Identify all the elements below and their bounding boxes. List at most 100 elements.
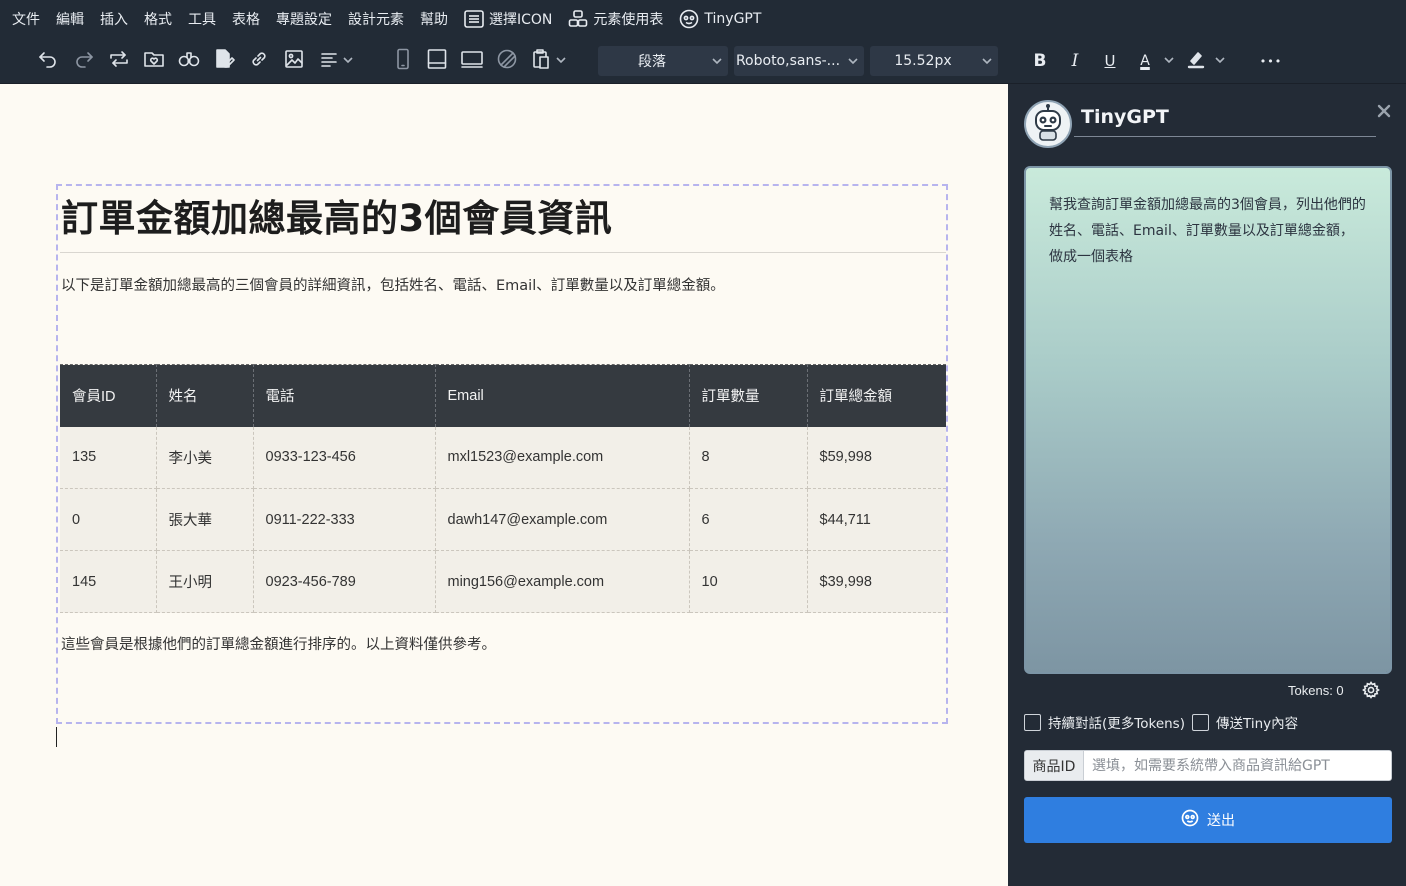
close-icon (1377, 103, 1391, 122)
redo-button[interactable] (69, 46, 99, 76)
image-icon (284, 49, 304, 73)
italic-button[interactable]: I (1060, 46, 1090, 76)
block-format-select[interactable]: 段落 (598, 46, 728, 76)
menu-tools[interactable]: 工具 (188, 0, 216, 38)
highlight-color-button[interactable] (1181, 46, 1211, 76)
robot-avatar-icon (1028, 102, 1068, 146)
menu-tinygpt[interactable]: TinyGPT (679, 0, 761, 38)
cell-member-id[interactable]: 0 (60, 488, 157, 551)
robot-face-icon (1181, 809, 1207, 831)
product-id-label: 商品ID (1025, 751, 1084, 780)
menu-element-usage[interactable]: 元素使用表 (568, 0, 663, 38)
product-id-input[interactable] (1084, 751, 1391, 780)
settings-button[interactable] (1360, 681, 1382, 703)
cell-name[interactable]: 王小明 (156, 550, 254, 613)
menu-format[interactable]: 格式 (144, 0, 172, 38)
tablet-view-button[interactable] (422, 46, 452, 76)
cell-member-id[interactable]: 135 (60, 426, 157, 489)
intro-paragraph[interactable]: 以下是訂單金額加總最高的三個會員的詳細資訊，包括姓名、電話、Email、訂單數量… (61, 274, 725, 295)
menu-bar: 文件 編輯 插入 格式 工具 表格 專題設定 設計元素 幫助 選擇ICON 元素… (0, 0, 1406, 38)
align-button[interactable] (314, 46, 344, 76)
page-edit-button[interactable] (209, 46, 239, 76)
send-button[interactable]: 送出 (1024, 797, 1392, 843)
font-size-value: 15.52px (894, 53, 952, 69)
outro-paragraph[interactable]: 這些會員是根據他們的訂單總金額進行排序的。以上資料僅供參考。 (61, 633, 496, 654)
text-color-button[interactable]: A (1130, 46, 1160, 76)
clear-format-button[interactable] (492, 46, 522, 76)
continue-chat-option[interactable]: 持續對話(更多Tokens) (1024, 712, 1185, 732)
menu-help[interactable]: 幫助 (420, 0, 448, 38)
cell-order-count[interactable]: 8 (689, 426, 808, 489)
prompt-textarea[interactable]: 幫我查詢訂單金額加總最高的3個會員，列出他們的姓名、電話、Email、訂單數量以… (1024, 166, 1392, 674)
paste-dropdown-caret[interactable] (555, 54, 567, 66)
cell-member-id[interactable]: 145 (60, 550, 157, 613)
repeat-button[interactable] (104, 46, 134, 76)
cell-order-count[interactable]: 6 (689, 488, 808, 551)
resize-handle-icon[interactable] (1380, 662, 1388, 672)
header-member-id[interactable]: 會員ID (60, 364, 157, 427)
insert-link-button[interactable] (244, 46, 274, 76)
eraser-icon (496, 48, 518, 74)
chevron-down-icon (842, 55, 864, 67)
continue-chat-label: 持續對話(更多Tokens) (1048, 716, 1185, 732)
chevron-down-icon (555, 51, 567, 70)
preview-button[interactable] (174, 46, 204, 76)
font-size-select[interactable]: 15.52px (870, 46, 998, 76)
text-color-caret[interactable] (1163, 54, 1175, 66)
members-table[interactable]: 會員ID 姓名 電話 Email 訂單數量 訂單總金額 135 李小美 0933… (60, 364, 946, 613)
editor-toolbar: 段落 Roboto,sans-... 15.52px B I U A ••• (0, 38, 1406, 84)
chevron-down-icon (706, 55, 728, 67)
highlight-color-caret[interactable] (1214, 54, 1226, 66)
table-row: 135 李小美 0933-123-456 mxl1523@example.com… (60, 426, 946, 489)
menu-insert[interactable]: 插入 (100, 0, 128, 38)
header-order-count[interactable]: 訂單數量 (689, 364, 808, 427)
cell-order-total[interactable]: $59,998 (807, 426, 946, 489)
robot-face-icon (679, 9, 699, 29)
mobile-view-button[interactable] (388, 46, 418, 76)
header-name[interactable]: 姓名 (156, 364, 254, 427)
cell-order-total[interactable]: $39,998 (807, 550, 946, 613)
header-order-total[interactable]: 訂單總金額 (807, 364, 946, 427)
paste-button[interactable] (526, 46, 556, 76)
selected-content-block[interactable]: 訂單金額加總最高的3個會員資訊 以下是訂單金額加總最高的三個會員的詳細資訊，包括… (56, 184, 948, 724)
menu-edit[interactable]: 編輯 (56, 0, 84, 38)
editor-canvas[interactable]: 訂單金額加總最高的3個會員資訊 以下是訂單金額加總最高的三個會員的詳細資訊，包括… (0, 84, 1008, 886)
menu-file[interactable]: 文件 (12, 0, 40, 38)
menu-design-elements[interactable]: 設計元素 (348, 0, 404, 38)
cell-name[interactable]: 張大華 (156, 488, 254, 551)
more-tools-button[interactable]: ••• (1256, 46, 1286, 76)
continue-chat-checkbox[interactable] (1024, 713, 1041, 731)
align-dropdown-caret[interactable] (342, 54, 354, 66)
document-title[interactable]: 訂單金額加總最高的3個會員資訊 (61, 188, 612, 242)
cell-email[interactable]: ming156@example.com (435, 550, 690, 613)
send-tiny-content-option[interactable]: 傳送Tiny內容 (1192, 712, 1298, 732)
cell-order-count[interactable]: 10 (689, 550, 808, 613)
cell-order-total[interactable]: $44,711 (807, 488, 946, 551)
bold-button[interactable]: B (1025, 46, 1055, 76)
align-left-icon (319, 49, 339, 73)
cell-email[interactable]: mxl1523@example.com (435, 426, 690, 489)
link-icon (249, 49, 269, 73)
send-tiny-content-checkbox[interactable] (1192, 713, 1209, 731)
undo-button[interactable] (33, 46, 63, 76)
menu-theme-settings[interactable]: 專題設定 (276, 0, 332, 38)
header-phone[interactable]: 電話 (253, 364, 436, 427)
insert-image-button[interactable] (279, 46, 309, 76)
header-email[interactable]: Email (435, 364, 690, 427)
cell-phone[interactable]: 0933-123-456 (253, 426, 436, 489)
cell-phone[interactable]: 0923-456-789 (253, 550, 436, 613)
close-panel-button[interactable] (1374, 102, 1394, 122)
underline-button[interactable]: U (1095, 46, 1125, 76)
cell-phone[interactable]: 0911-222-333 (253, 488, 436, 551)
cell-name[interactable]: 李小美 (156, 426, 254, 489)
font-family-select[interactable]: Roboto,sans-... (734, 46, 864, 76)
menu-select-icon[interactable]: 選擇ICON (464, 0, 552, 38)
favorite-folder-button[interactable] (139, 46, 169, 76)
chevron-down-icon (1214, 51, 1226, 70)
repeat-icon (108, 49, 130, 73)
menu-table[interactable]: 表格 (232, 0, 260, 38)
send-tiny-content-label: 傳送Tiny內容 (1216, 716, 1299, 732)
cell-email[interactable]: dawh147@example.com (435, 488, 690, 551)
desktop-view-button[interactable] (457, 46, 487, 76)
avatar (1024, 100, 1072, 148)
